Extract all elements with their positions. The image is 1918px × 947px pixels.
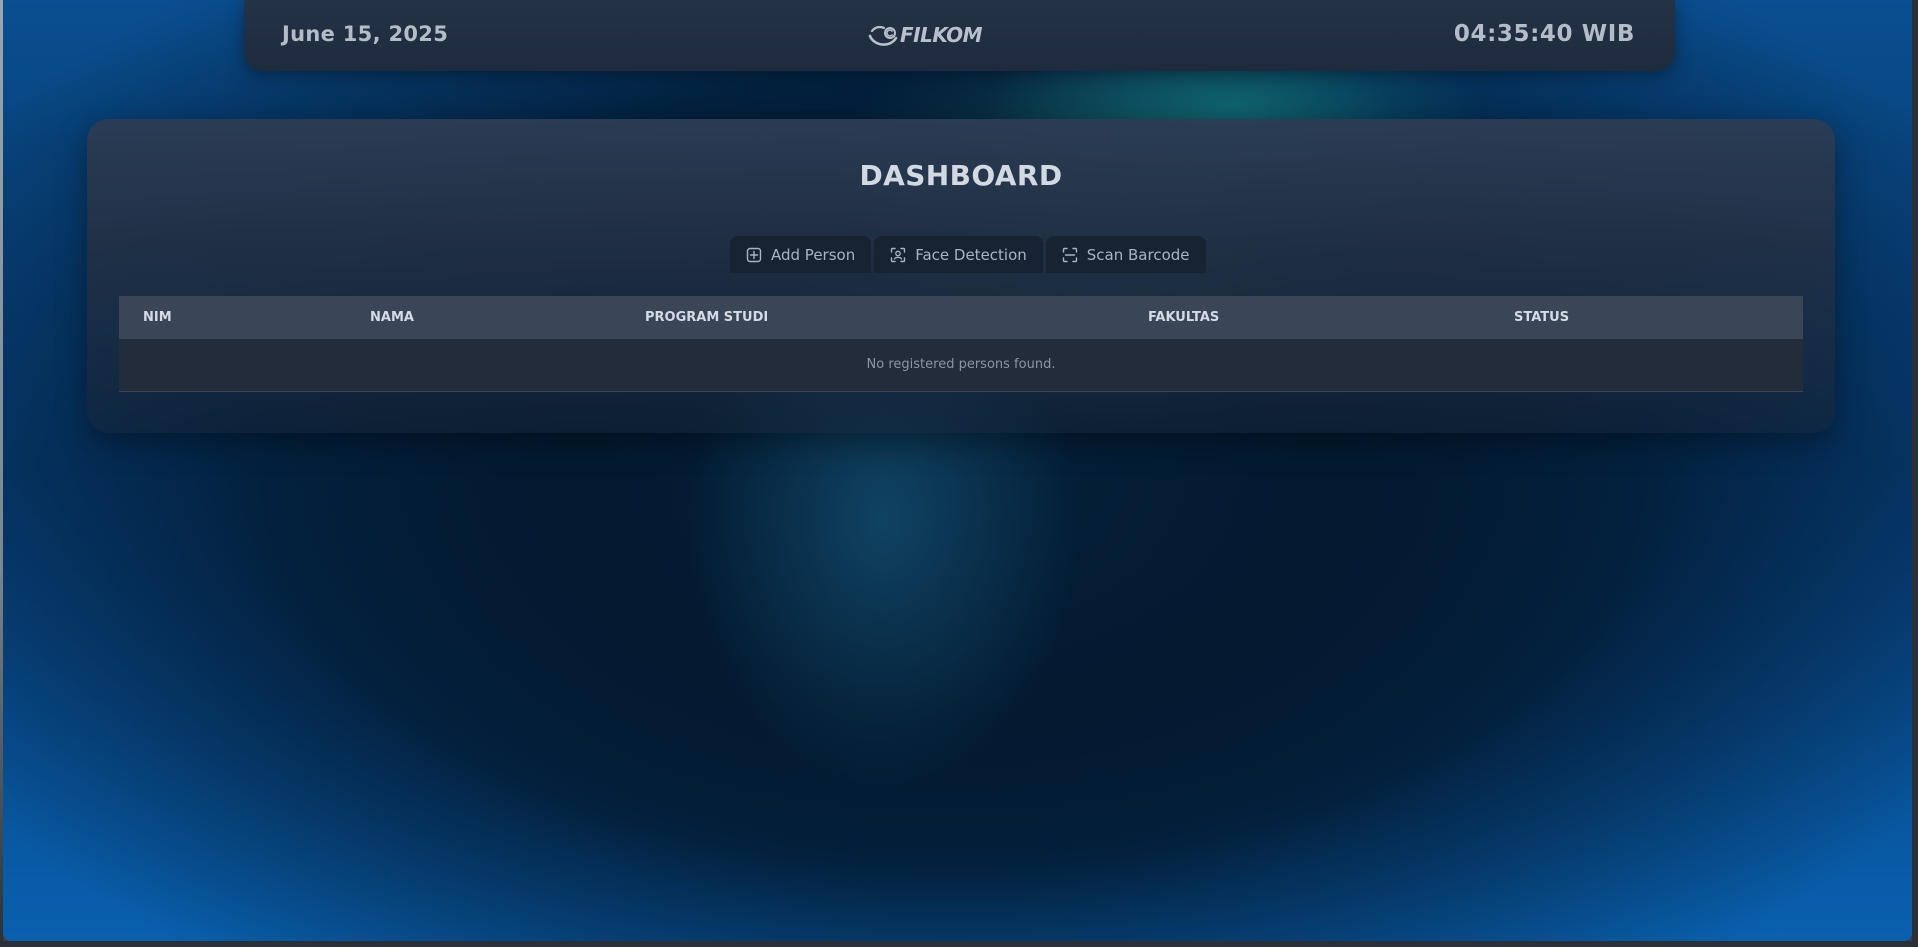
current-date: June 15, 2025	[282, 22, 449, 46]
logo-text: FILKOM	[900, 23, 982, 47]
tab-scan-barcode[interactable]: Scan Barcode	[1045, 236, 1206, 273]
persons-table: NIM NAMA PROGRAM STUDI FAKULTAS STATUS N…	[119, 296, 1803, 392]
filkom-logo: FILKOM	[868, 20, 982, 50]
table-header-row: NIM NAMA PROGRAM STUDI FAKULTAS STATUS	[119, 296, 1803, 339]
empty-table-message: No registered persons found.	[866, 357, 1056, 373]
tab-bar: Add Person Face Detection Scan Barcode	[730, 236, 1206, 273]
logo-swoosh-icon	[868, 25, 898, 46]
column-header-nama: NAMA	[370, 310, 414, 325]
column-header-nim: NIM	[143, 310, 172, 325]
tab-add-person-label: Add Person	[771, 245, 856, 264]
plus-square-icon	[746, 247, 762, 262]
tab-face-detection-label: Face Detection	[915, 245, 1027, 264]
dashboard-panel: DASHBOARD Add Person Face Detection Scan…	[87, 119, 1835, 433]
column-header-fakultas: FAKULTAS	[1148, 310, 1220, 325]
face-scan-icon	[891, 247, 906, 262]
screen-right-edge	[1912, 0, 1918, 947]
page-title: DASHBOARD	[859, 159, 1063, 192]
column-header-status: STATUS	[1514, 310, 1570, 325]
tab-add-person[interactable]: Add Person	[730, 236, 872, 273]
app-window: June 15, 2025 FILKOM 04:35:40 WIB DASHBO…	[3, 0, 1912, 941]
screen-bottom-edge	[0, 941, 1918, 947]
barcode-scan-icon	[1062, 247, 1077, 262]
current-time: 04:35:40 WIB	[1453, 21, 1635, 47]
table-row: No registered persons found.	[119, 339, 1803, 391]
tab-scan-barcode-label: Scan Barcode	[1086, 245, 1190, 264]
tab-face-detection[interactable]: Face Detection	[874, 236, 1043, 273]
top-bar: June 15, 2025 FILKOM 04:35:40 WIB	[244, 0, 1675, 71]
column-header-program-studi: PROGRAM STUDI	[645, 310, 769, 325]
